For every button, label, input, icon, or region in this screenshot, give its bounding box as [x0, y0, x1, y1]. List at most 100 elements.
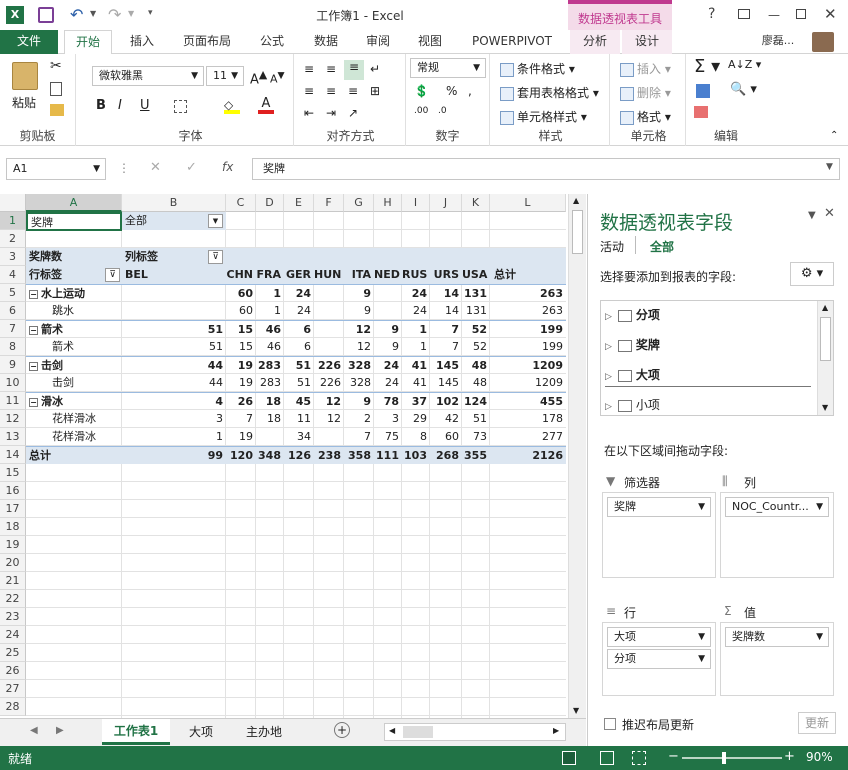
- borders-icon[interactable]: [174, 100, 187, 113]
- value-cell[interactable]: [314, 284, 344, 302]
- formula-input[interactable]: 奖牌: [252, 158, 840, 180]
- row-header[interactable]: 5: [0, 284, 26, 302]
- conditional-format-button[interactable]: 条件格式 ▾: [500, 60, 575, 77]
- values-label[interactable]: 奖牌数: [26, 248, 122, 266]
- zoom-slider[interactable]: [682, 757, 782, 759]
- value-cell[interactable]: 24: [402, 302, 430, 320]
- currency-icon[interactable]: 💲: [414, 84, 429, 98]
- value-cell[interactable]: 9: [344, 392, 374, 410]
- tab-review[interactable]: 审阅: [354, 30, 402, 54]
- value-cell[interactable]: 145: [430, 356, 462, 374]
- row-header[interactable]: 25: [0, 644, 26, 662]
- value-cell[interactable]: 2126: [490, 446, 566, 464]
- value-cell[interactable]: 3: [122, 410, 226, 428]
- page-layout-view-icon[interactable]: [600, 751, 614, 765]
- save-icon[interactable]: [38, 7, 54, 23]
- country-header[interactable]: URS: [430, 266, 462, 284]
- country-header[interactable]: GER: [284, 266, 314, 284]
- rows-zone[interactable]: 大项 ▼ 分项 ▼: [602, 622, 716, 696]
- value-cell[interactable]: [374, 302, 402, 320]
- ribbon-display-icon[interactable]: [738, 9, 750, 19]
- value-cell[interactable]: 2: [344, 410, 374, 428]
- value-cell[interactable]: 9: [344, 302, 374, 320]
- help-icon[interactable]: ?: [708, 6, 715, 22]
- column-header[interactable]: H: [374, 194, 402, 212]
- column-item-noc[interactable]: NOC_Countr... ▼: [725, 497, 829, 517]
- column-header[interactable]: C: [226, 194, 256, 212]
- column-header[interactable]: F: [314, 194, 344, 212]
- scroll-up-icon[interactable]: ▲: [822, 303, 828, 312]
- value-cell[interactable]: 37: [402, 392, 430, 410]
- value-cell[interactable]: 1209: [490, 374, 566, 392]
- value-cell[interactable]: 34: [284, 428, 314, 446]
- row-header[interactable]: 3: [0, 248, 26, 266]
- field-item[interactable]: ▷ 大项: [605, 363, 811, 387]
- tab-insert[interactable]: 插入: [118, 30, 166, 54]
- fill-icon[interactable]: [696, 84, 710, 98]
- row-header[interactable]: 14: [0, 446, 26, 464]
- decrease-decimal-icon[interactable]: .0: [438, 106, 447, 116]
- wrap-text-icon[interactable]: ↵: [370, 62, 380, 76]
- increase-decimal-icon[interactable]: .00: [414, 106, 428, 116]
- tab-powerpivot[interactable]: POWERPIVOT: [462, 30, 562, 54]
- row-label[interactable]: − 滑冰: [26, 392, 122, 410]
- value-cell[interactable]: 75: [374, 428, 402, 446]
- update-button[interactable]: 更新: [798, 712, 836, 734]
- row-label[interactable]: − 箭术: [26, 320, 122, 338]
- row-header[interactable]: 1: [0, 212, 26, 230]
- value-cell[interactable]: 60: [430, 428, 462, 446]
- value-cell[interactable]: 103: [402, 446, 430, 464]
- value-cell[interactable]: 6: [284, 338, 314, 356]
- tab-file[interactable]: 文件: [0, 30, 58, 54]
- prev-sheet-icon[interactable]: ◀: [30, 725, 38, 736]
- tab-design[interactable]: 设计: [622, 30, 672, 54]
- country-header[interactable]: NED: [374, 266, 402, 284]
- fill-color-icon[interactable]: ◇: [224, 98, 240, 114]
- more-icon[interactable]: ⋮: [118, 161, 130, 175]
- value-cell[interactable]: 1: [402, 320, 430, 338]
- value-cell[interactable]: 46: [256, 338, 284, 356]
- value-cell[interactable]: 263: [490, 284, 566, 302]
- row-header[interactable]: 15: [0, 464, 26, 482]
- restore-icon[interactable]: [796, 9, 806, 19]
- value-cell[interactable]: 24: [374, 356, 402, 374]
- align-top-icon[interactable]: ≡: [304, 62, 314, 76]
- value-cell[interactable]: 199: [490, 320, 566, 338]
- report-filter-label[interactable]: 奖牌: [26, 212, 122, 231]
- grand-total-row-label[interactable]: 总计: [26, 446, 122, 464]
- scroll-up-icon[interactable]: ▲: [573, 196, 579, 205]
- value-cell[interactable]: 268: [430, 446, 462, 464]
- hscroll-thumb[interactable]: [403, 726, 433, 738]
- filter-zone[interactable]: 奖牌 ▼: [602, 492, 716, 578]
- insert-function-icon[interactable]: fx: [222, 160, 233, 174]
- row-item-discipline[interactable]: 分项 ▼: [607, 649, 711, 669]
- value-cell[interactable]: [314, 302, 344, 320]
- value-cell[interactable]: 78: [374, 392, 402, 410]
- value-cell[interactable]: 348: [256, 446, 284, 464]
- zoom-slider-handle[interactable]: [722, 752, 726, 764]
- value-cell[interactable]: 51: [284, 374, 314, 392]
- value-cell[interactable]: 24: [402, 284, 430, 302]
- sheet-tab-active[interactable]: 工作表1: [102, 719, 170, 745]
- value-cell[interactable]: 15: [226, 338, 256, 356]
- row-label[interactable]: − 击剑: [26, 356, 122, 374]
- increase-indent-icon[interactable]: ⇥: [326, 106, 336, 120]
- field-item[interactable]: ▷ 小项: [605, 393, 811, 417]
- insert-cells-button[interactable]: 插入 ▾: [620, 60, 671, 77]
- clear-icon[interactable]: [694, 106, 708, 118]
- expand-icon[interactable]: ▷: [605, 402, 612, 412]
- value-cell[interactable]: 12: [314, 410, 344, 428]
- tab-formulas[interactable]: 公式: [248, 30, 296, 54]
- value-cell[interactable]: 131: [462, 284, 490, 302]
- row-header[interactable]: 18: [0, 518, 26, 536]
- expand-icon[interactable]: ▷: [605, 312, 612, 322]
- shrink-font-icon[interactable]: A▼: [270, 70, 285, 86]
- scroll-left-icon[interactable]: ◀: [389, 726, 395, 735]
- grow-font-icon[interactable]: A▲: [250, 68, 267, 87]
- value-cell[interactable]: 7: [226, 410, 256, 428]
- expand-formula-icon[interactable]: ▼: [826, 162, 833, 172]
- value-cell[interactable]: 1: [402, 338, 430, 356]
- value-cell[interactable]: 7: [430, 320, 462, 338]
- column-header[interactable]: B: [122, 194, 226, 212]
- value-cell[interactable]: 9: [374, 338, 402, 356]
